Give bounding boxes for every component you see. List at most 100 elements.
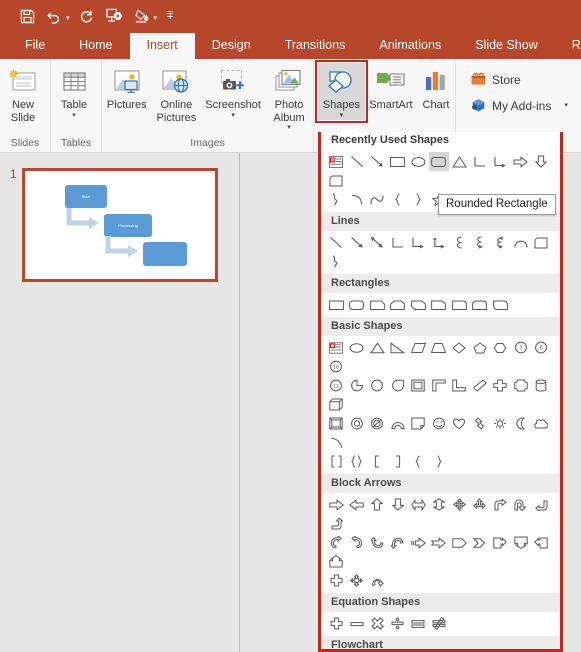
- shape-rounded-rectangle[interactable]: [347, 295, 368, 314]
- shape-curved-down-arrow[interactable]: [388, 533, 409, 552]
- shape-double-bracket[interactable]: [326, 452, 347, 471]
- shape-curved-left-arrow[interactable]: [347, 533, 368, 552]
- presentation-icon[interactable]: [102, 4, 128, 28]
- shape-elbow-double-arrow-connector[interactable]: [429, 233, 450, 252]
- shape-up-arrow-callout[interactable]: [326, 552, 347, 571]
- tab-review[interactable]: Review: [555, 33, 581, 59]
- shape-decagon[interactable]: 10: [326, 357, 347, 376]
- shape-snip-diagonal-corner-rectangle[interactable]: [408, 295, 429, 314]
- shape-down-arrow[interactable]: [388, 495, 409, 514]
- photo-album-dropdown-arrow[interactable]: ▾: [287, 124, 291, 132]
- shape-minus-sign[interactable]: [347, 614, 368, 633]
- slide-thumbnail-1[interactable]: Start Processing: [22, 168, 218, 282]
- shape-oval[interactable]: [347, 338, 368, 357]
- shape-hexagon[interactable]: [490, 338, 511, 357]
- shape-cloud[interactable]: [531, 414, 552, 433]
- photo-album-button[interactable]: Photo Album ▾: [265, 63, 313, 132]
- shape-left-right-up-arrow[interactable]: [470, 495, 491, 514]
- shape-rectangle[interactable]: [388, 152, 409, 171]
- shape-round-single-corner-rectangle[interactable]: [449, 295, 470, 314]
- shape-snip-and-round-single-corner-rectangle[interactable]: [429, 295, 450, 314]
- shape-up-down-arrow[interactable]: [429, 495, 450, 514]
- shape-teardrop[interactable]: [367, 376, 388, 395]
- shape-bent-arrow[interactable]: [490, 495, 511, 514]
- shape-down-arrow-callout[interactable]: [511, 533, 532, 552]
- smartart-button[interactable]: SmartArt: [365, 63, 417, 112]
- tab-slide-show[interactable]: Slide Show: [458, 33, 555, 59]
- shape-line-arrow[interactable]: [347, 233, 368, 252]
- shape-right-brace[interactable]: [408, 190, 429, 209]
- shape-pentagon[interactable]: [470, 338, 491, 357]
- shape-left-up-arrow[interactable]: [531, 495, 552, 514]
- shape-isosceles-triangle[interactable]: [367, 338, 388, 357]
- undo-icon[interactable]: [42, 4, 68, 28]
- shape-text-box[interactable]: [326, 338, 347, 357]
- shape-flowchart-manual-input[interactable]: [326, 171, 347, 190]
- shape-round-same-side-corner-rectangle[interactable]: [470, 295, 491, 314]
- online-pictures-button[interactable]: Online Pictures: [152, 63, 202, 124]
- shape-pentagon-arrow[interactable]: [449, 533, 470, 552]
- shape-curved-right-arrow[interactable]: [326, 533, 347, 552]
- shape-right-brace[interactable]: [429, 452, 450, 471]
- shape-not-equal-sign[interactable]: [429, 614, 450, 633]
- tab-insert[interactable]: Insert: [129, 33, 195, 59]
- shape-dodecagon[interactable]: 12: [326, 376, 347, 395]
- shape-heart[interactable]: [449, 414, 470, 433]
- shape-no-symbol[interactable]: [367, 414, 388, 433]
- chart-button[interactable]: Chart: [417, 63, 455, 112]
- tab-file[interactable]: File: [8, 33, 62, 59]
- shape-double-brace[interactable]: [347, 452, 368, 471]
- shape-up-arrow[interactable]: [367, 495, 388, 514]
- shape-smiley-face[interactable]: [429, 414, 450, 433]
- shape-elbow-connector[interactable]: [470, 152, 491, 171]
- shape-quad-arrow[interactable]: [449, 495, 470, 514]
- shape-left-arrow[interactable]: [347, 495, 368, 514]
- shape-plaque[interactable]: [511, 376, 532, 395]
- tab-transitions[interactable]: Transitions: [268, 33, 363, 59]
- shape-donut[interactable]: [347, 414, 368, 433]
- shape-quad-arrow-callout[interactable]: [347, 571, 368, 590]
- shape-u-turn-arrow[interactable]: [511, 495, 532, 514]
- shape-frame[interactable]: [408, 376, 429, 395]
- redo-icon[interactable]: [74, 4, 100, 28]
- shape-cube[interactable]: [326, 395, 347, 414]
- shape-diagonal-stripe[interactable]: [470, 376, 491, 395]
- shape-curved-up-arrow[interactable]: [367, 533, 388, 552]
- shape-chord[interactable]: [388, 376, 409, 395]
- shape-double-brace-arc[interactable]: [367, 190, 388, 209]
- shape-multiplication-sign[interactable]: [367, 614, 388, 633]
- table-dropdown-arrow[interactable]: ▾: [72, 112, 76, 120]
- store-button[interactable]: Store: [464, 67, 527, 93]
- shapes-button[interactable]: Shapes ▾: [315, 60, 368, 123]
- shape-notched-right-arrow[interactable]: [429, 533, 450, 552]
- shape-cross[interactable]: [490, 376, 511, 395]
- fill-color-dropdown-arrow[interactable]: ▾: [154, 10, 158, 22]
- shape-pie[interactable]: [347, 376, 368, 395]
- shape-right-arrow[interactable]: [326, 495, 347, 514]
- shape-elbow-connector[interactable]: [388, 233, 409, 252]
- shape-isosceles-triangle[interactable]: [449, 152, 470, 171]
- shape-scribble[interactable]: [326, 252, 347, 271]
- tab-animations[interactable]: Animations: [362, 33, 458, 59]
- shape-striped-right-arrow[interactable]: [408, 533, 429, 552]
- shape-block-arc[interactable]: [388, 414, 409, 433]
- shape-down-arrow[interactable]: [531, 152, 552, 171]
- new-slide-button[interactable]: New Slide: [0, 63, 46, 124]
- shape-snip-same-side-corner-rectangle[interactable]: [388, 295, 409, 314]
- shape-right-arrow-callout[interactable]: [490, 533, 511, 552]
- shape-division-sign[interactable]: [388, 614, 409, 633]
- shape-bent-up-arrow[interactable]: [326, 514, 347, 533]
- shape-folded-corner[interactable]: [408, 414, 429, 433]
- shape-text-box[interactable]: A: [326, 152, 347, 171]
- shape-bevel[interactable]: [326, 414, 347, 433]
- shape-snip-single-corner-rectangle[interactable]: [367, 295, 388, 314]
- shape-corner[interactable]: [429, 376, 450, 395]
- screenshot-dropdown-arrow[interactable]: ▾: [231, 112, 235, 120]
- shape-left-brace[interactable]: [408, 452, 429, 471]
- customize-quick-access-toolbar[interactable]: ⩱: [167, 10, 173, 23]
- shape-right-bracket[interactable]: [388, 452, 409, 471]
- shape-equal-sign[interactable]: [408, 614, 429, 633]
- shape-left-bracket[interactable]: [367, 452, 388, 471]
- shape-can[interactable]: [531, 376, 552, 395]
- shape-trapezoid[interactable]: [429, 338, 450, 357]
